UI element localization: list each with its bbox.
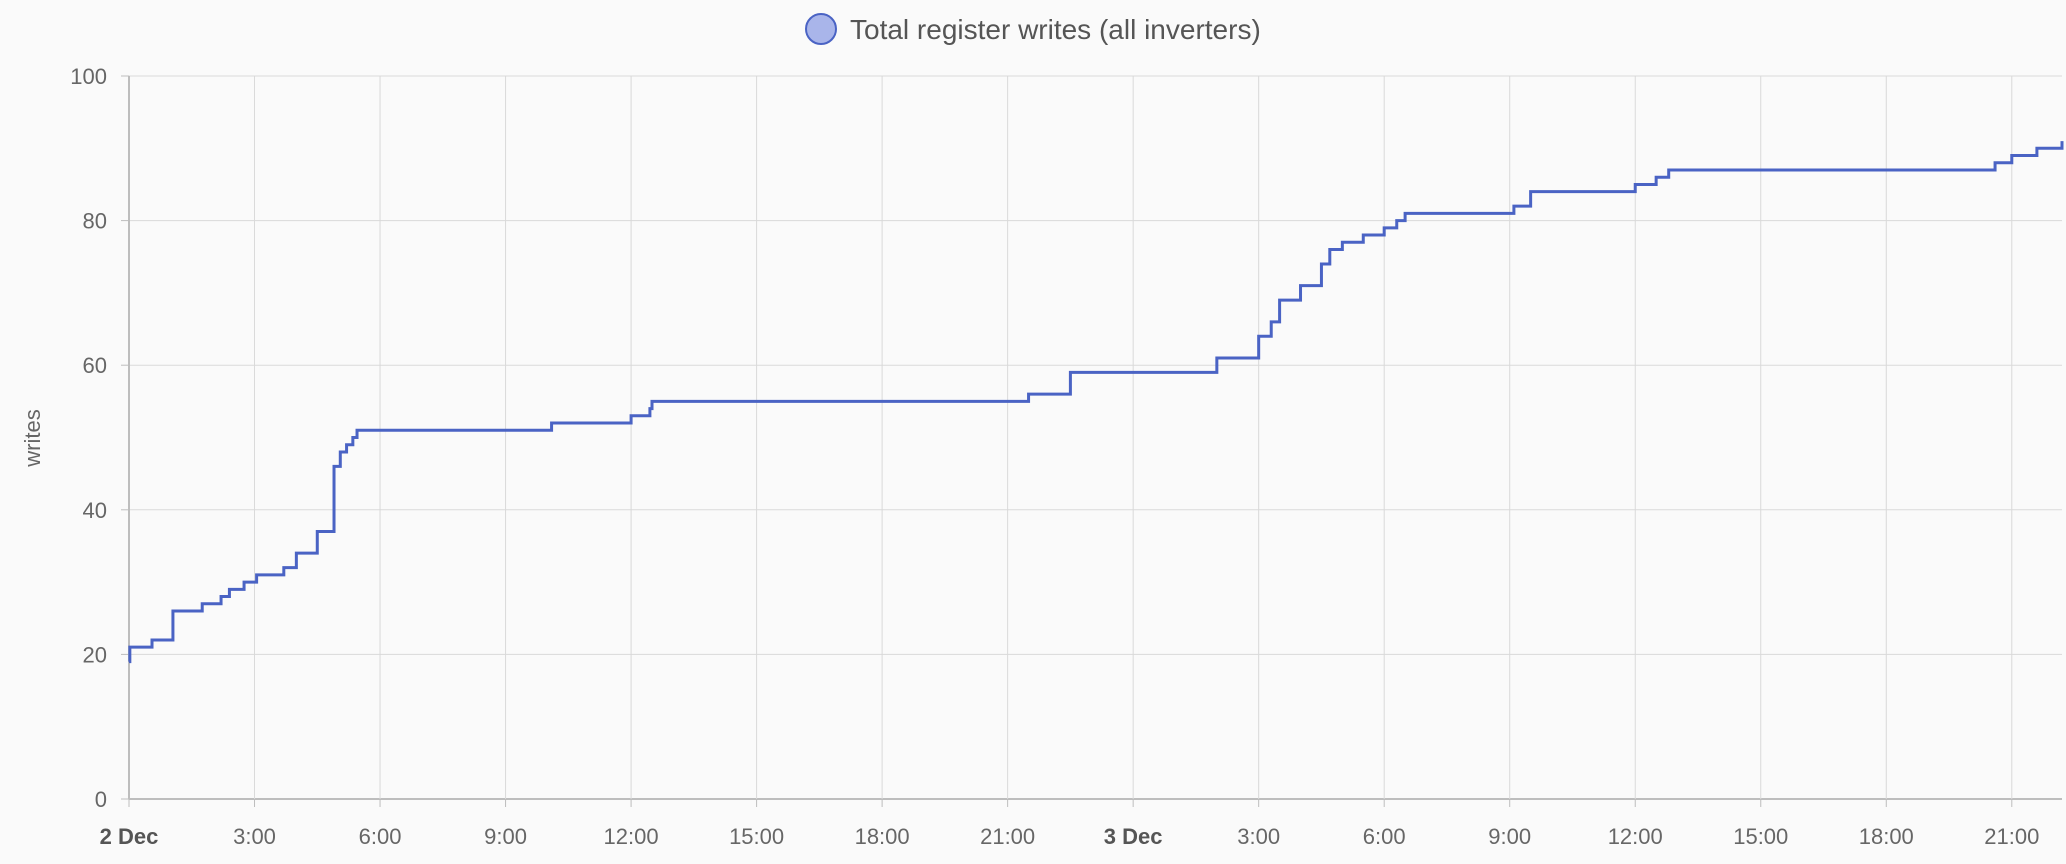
y-tick-label: 20 xyxy=(83,642,107,667)
grid-lines xyxy=(128,75,2062,800)
x-tick-label: 3 Dec xyxy=(1104,824,1163,849)
x-tick-label: 15:00 xyxy=(729,824,784,849)
x-tick-label: 3:00 xyxy=(1237,824,1280,849)
chart-container: 0 20 40 60 80 100 2 Dec 3:00 6:00 9:00 12:00 15:00 1… xyxy=(0,0,2066,864)
x-tick-label: 3:00 xyxy=(233,824,276,849)
y-tick-label: 40 xyxy=(83,498,107,523)
x-tick-label: 12:00 xyxy=(604,824,659,849)
x-tick-label: 12:00 xyxy=(1608,824,1663,849)
x-tick-label: 2 Dec xyxy=(100,824,159,849)
x-tick-label: 18:00 xyxy=(1859,824,1914,849)
line-chart: 0 20 40 60 80 100 2 Dec 3:00 6:00 9:00 12:00 15:00 1… xyxy=(20,13,2064,849)
legend-label[interactable]: Total register writes (all inverters) xyxy=(850,14,1261,45)
y-tick-label: 80 xyxy=(83,209,107,234)
legend-swatch-icon[interactable] xyxy=(805,13,837,45)
x-tick-label: 15:00 xyxy=(1733,824,1788,849)
y-axis-title: writes xyxy=(20,409,45,467)
x-tick-label: 21:00 xyxy=(1984,824,2039,849)
axes: 0 20 40 60 80 100 2 Dec 3:00 6:00 9:00 12:00 15:00 1… xyxy=(70,64,2039,849)
x-tick-label: 9:00 xyxy=(1488,824,1531,849)
x-tick-label: 6:00 xyxy=(359,824,402,849)
y-tick-label: 60 xyxy=(83,353,107,378)
x-tick-label: 9:00 xyxy=(484,824,527,849)
x-tick-label: 21:00 xyxy=(980,824,1035,849)
series-line[interactable] xyxy=(128,141,2064,664)
legend[interactable]: Total register writes (all inverters) xyxy=(805,13,1261,45)
y-tick-label: 100 xyxy=(70,64,107,89)
x-tick-label: 18:00 xyxy=(855,824,910,849)
x-tick-label: 6:00 xyxy=(1363,824,1406,849)
y-tick-label: 0 xyxy=(95,787,107,812)
series-layer xyxy=(128,141,2064,664)
